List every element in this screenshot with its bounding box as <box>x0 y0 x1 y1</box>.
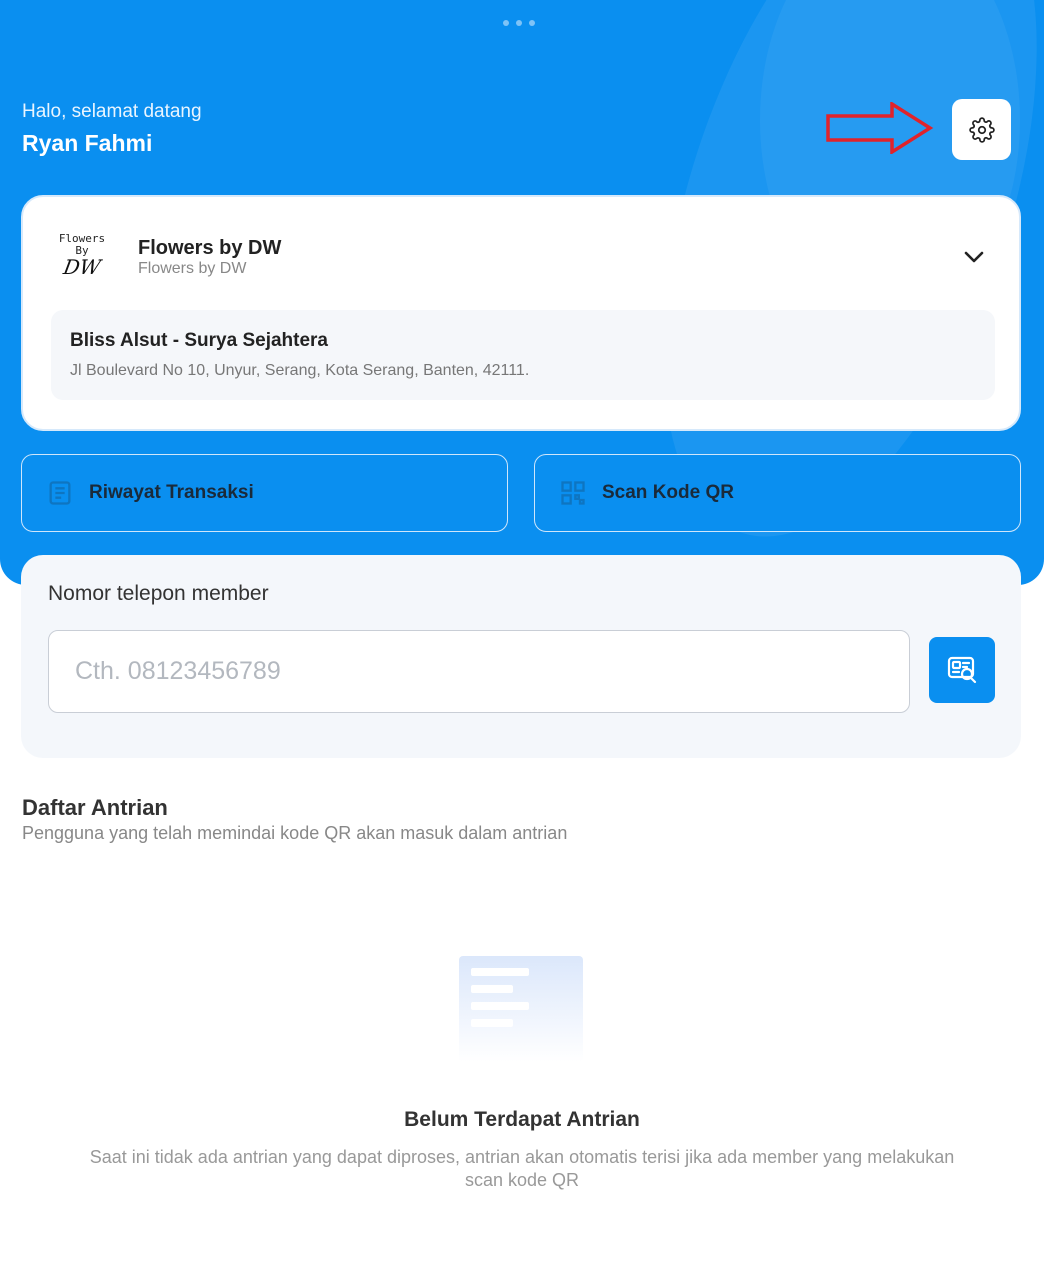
window-handle-dots[interactable] <box>503 20 535 26</box>
transaction-history-button[interactable]: Riwayat Transaksi <box>21 454 508 532</box>
gear-icon <box>968 116 995 143</box>
member-search-button[interactable] <box>929 637 995 703</box>
chevron-down-icon[interactable] <box>963 249 985 265</box>
user-name: Ryan Fahmi <box>22 130 153 156</box>
scan-qr-button[interactable]: Scan Kode QR <box>534 454 1021 532</box>
member-phone-card: Nomor telepon member <box>21 555 1021 758</box>
transaction-history-label: Riwayat Transaksi <box>89 482 254 503</box>
qr-code-icon <box>561 481 585 505</box>
store-card[interactable]: Flowers By DW Flowers by DW Flowers by D… <box>21 195 1021 431</box>
empty-list-icon <box>459 956 583 1062</box>
store-subtitle: Flowers by DW <box>138 260 247 277</box>
member-phone-input[interactable] <box>48 630 910 713</box>
queue-subtitle: Pengguna yang telah memindai kode QR aka… <box>22 823 568 843</box>
store-logo: Flowers By DW <box>58 232 106 280</box>
branch-name: Bliss Alsut - Surya Sejahtera <box>70 330 329 351</box>
queue-title: Daftar Antrian <box>22 795 168 820</box>
scan-qr-label: Scan Kode QR <box>602 482 734 503</box>
empty-state-description: Saat ini tidak ada antrian yang dapat di… <box>89 1147 955 1190</box>
history-icon <box>49 481 71 505</box>
greeting-text: Halo, selamat datang <box>22 101 202 122</box>
empty-state-title: Belum Terdapat Antrian <box>404 1108 640 1131</box>
branch-info: Bliss Alsut - Surya Sejahtera Jl Bouleva… <box>51 310 995 400</box>
store-name: Flowers by DW <box>138 237 282 259</box>
id-card-search-icon <box>947 656 977 684</box>
settings-button[interactable] <box>952 99 1011 160</box>
member-phone-label: Nomor telepon member <box>48 582 269 605</box>
branch-address: Jl Boulevard No 10, Unyur, Serang, Kota … <box>70 362 530 379</box>
annotation-arrow-icon <box>826 102 934 154</box>
